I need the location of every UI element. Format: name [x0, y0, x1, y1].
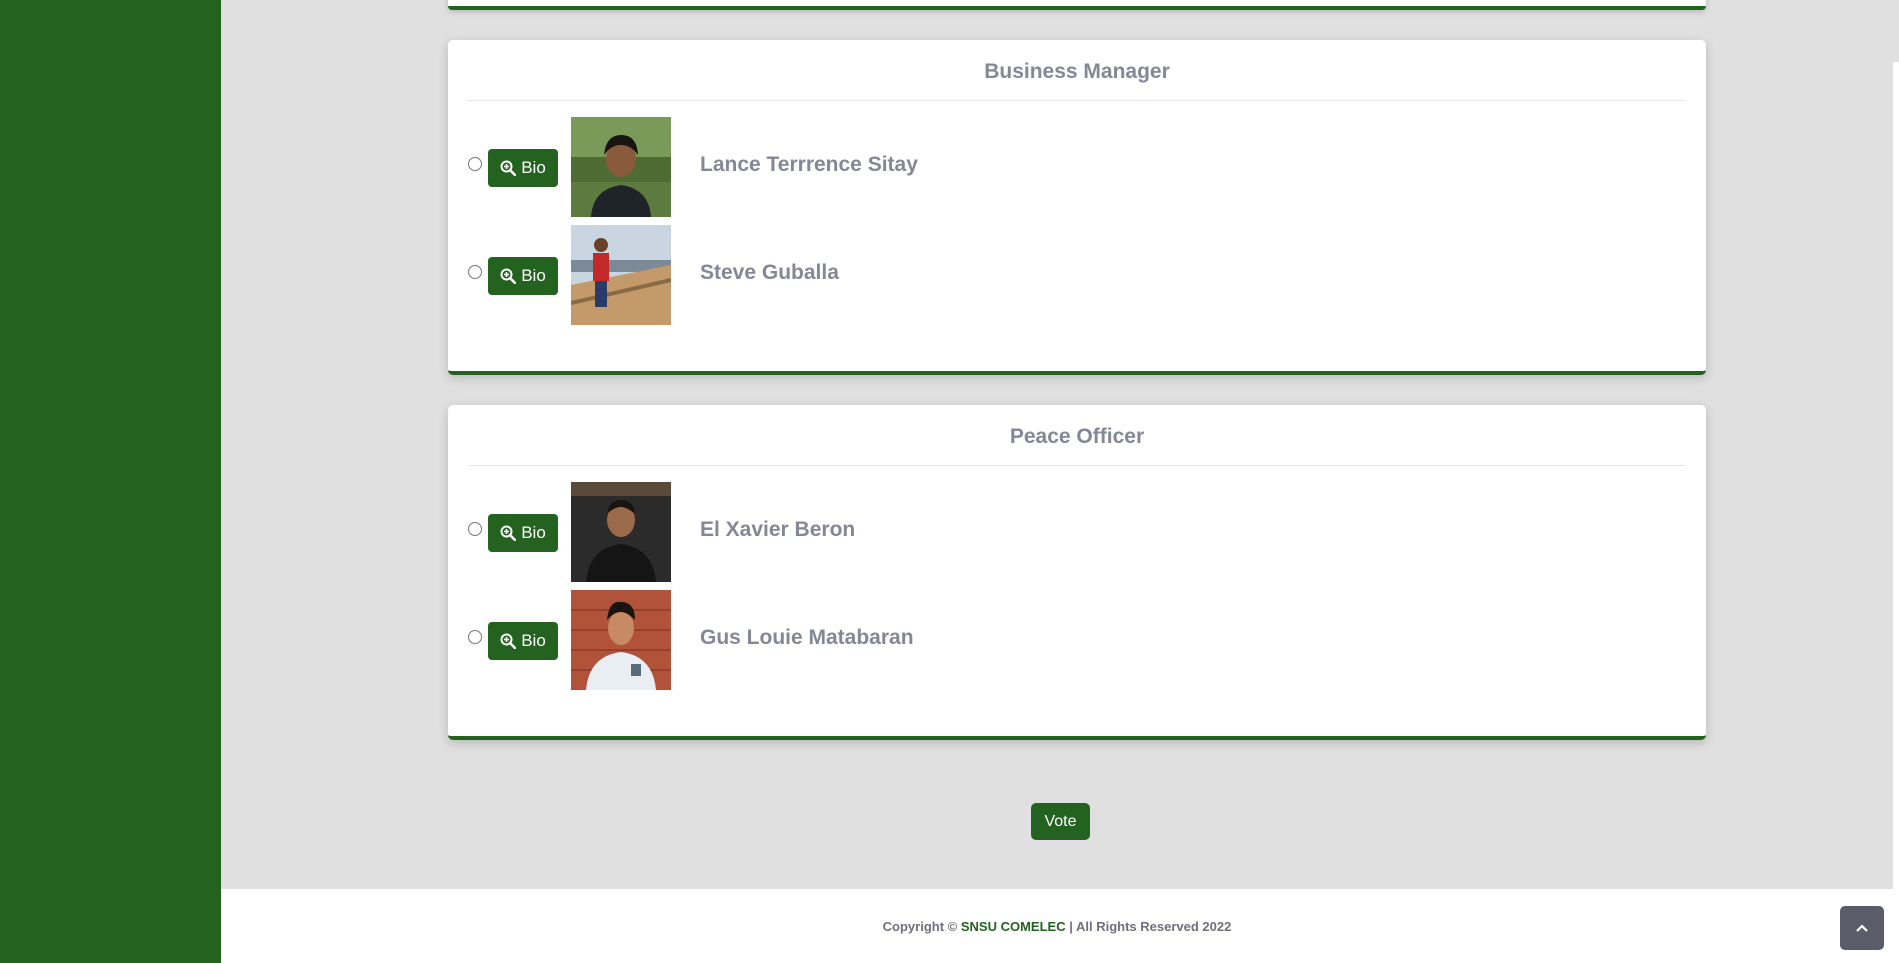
candidate-name: Lance Terrrence Sitay	[700, 153, 918, 176]
candidate-row: Bio Steve Guballa	[468, 225, 1668, 325]
copyright-suffix: | All Rights Reserved 2022	[1069, 918, 1232, 934]
copyright-prefix: Copyright ©	[882, 918, 958, 934]
bio-button[interactable]: Bio	[488, 514, 558, 552]
chevron-up-icon	[1856, 924, 1868, 932]
vote-button[interactable]: Vote	[1031, 803, 1090, 840]
candidate-radio[interactable]	[468, 265, 482, 279]
bio-label: Bio	[521, 631, 546, 650]
search-plus-icon	[500, 525, 517, 541]
search-plus-icon	[500, 268, 517, 284]
candidate-radio[interactable]	[468, 522, 482, 536]
search-plus-icon	[500, 160, 517, 176]
candidate-photo	[571, 482, 671, 582]
brand-name: SNSU COMELEC	[960, 918, 1066, 934]
candidate-photo	[571, 590, 671, 690]
candidate-name: Steve Guballa	[700, 261, 839, 284]
candidate-name: Gus Louie Matabaran	[700, 626, 914, 649]
position-card-business-manager: Business Manager Bio Lance Terrrence Sit…	[448, 40, 1706, 375]
bio-label: Bio	[521, 266, 546, 285]
position-card-peace-officer: Peace Officer Bio El Xavier Beron Bio Gu…	[448, 405, 1706, 740]
candidate-photo	[571, 225, 671, 325]
candidate-radio[interactable]	[468, 630, 482, 644]
footer: Copyright © SNSU COMELEC | All Rights Re…	[221, 889, 1893, 963]
position-title: Business Manager	[468, 40, 1686, 101]
sidebar	[0, 0, 221, 963]
scrollbar[interactable]	[1893, 0, 1899, 963]
candidate-row: Bio Gus Louie Matabaran	[468, 590, 1668, 690]
candidate-photo	[571, 117, 671, 217]
search-plus-icon	[500, 633, 517, 649]
candidate-row: Bio El Xavier Beron	[468, 482, 1668, 582]
candidate-row: Bio Lance Terrrence Sitay	[468, 117, 1668, 217]
scroll-to-top-button[interactable]	[1840, 906, 1884, 950]
bio-label: Bio	[521, 158, 546, 177]
bio-label: Bio	[521, 523, 546, 542]
bio-button[interactable]: Bio	[488, 622, 558, 660]
position-title: Peace Officer	[468, 405, 1686, 466]
bio-button[interactable]: Bio	[488, 149, 558, 187]
scrollbar-thumb[interactable]	[1893, 0, 1899, 62]
previous-section-card	[448, 0, 1706, 10]
candidate-radio[interactable]	[468, 157, 482, 171]
bio-button[interactable]: Bio	[488, 257, 558, 295]
candidate-name: El Xavier Beron	[700, 518, 856, 541]
